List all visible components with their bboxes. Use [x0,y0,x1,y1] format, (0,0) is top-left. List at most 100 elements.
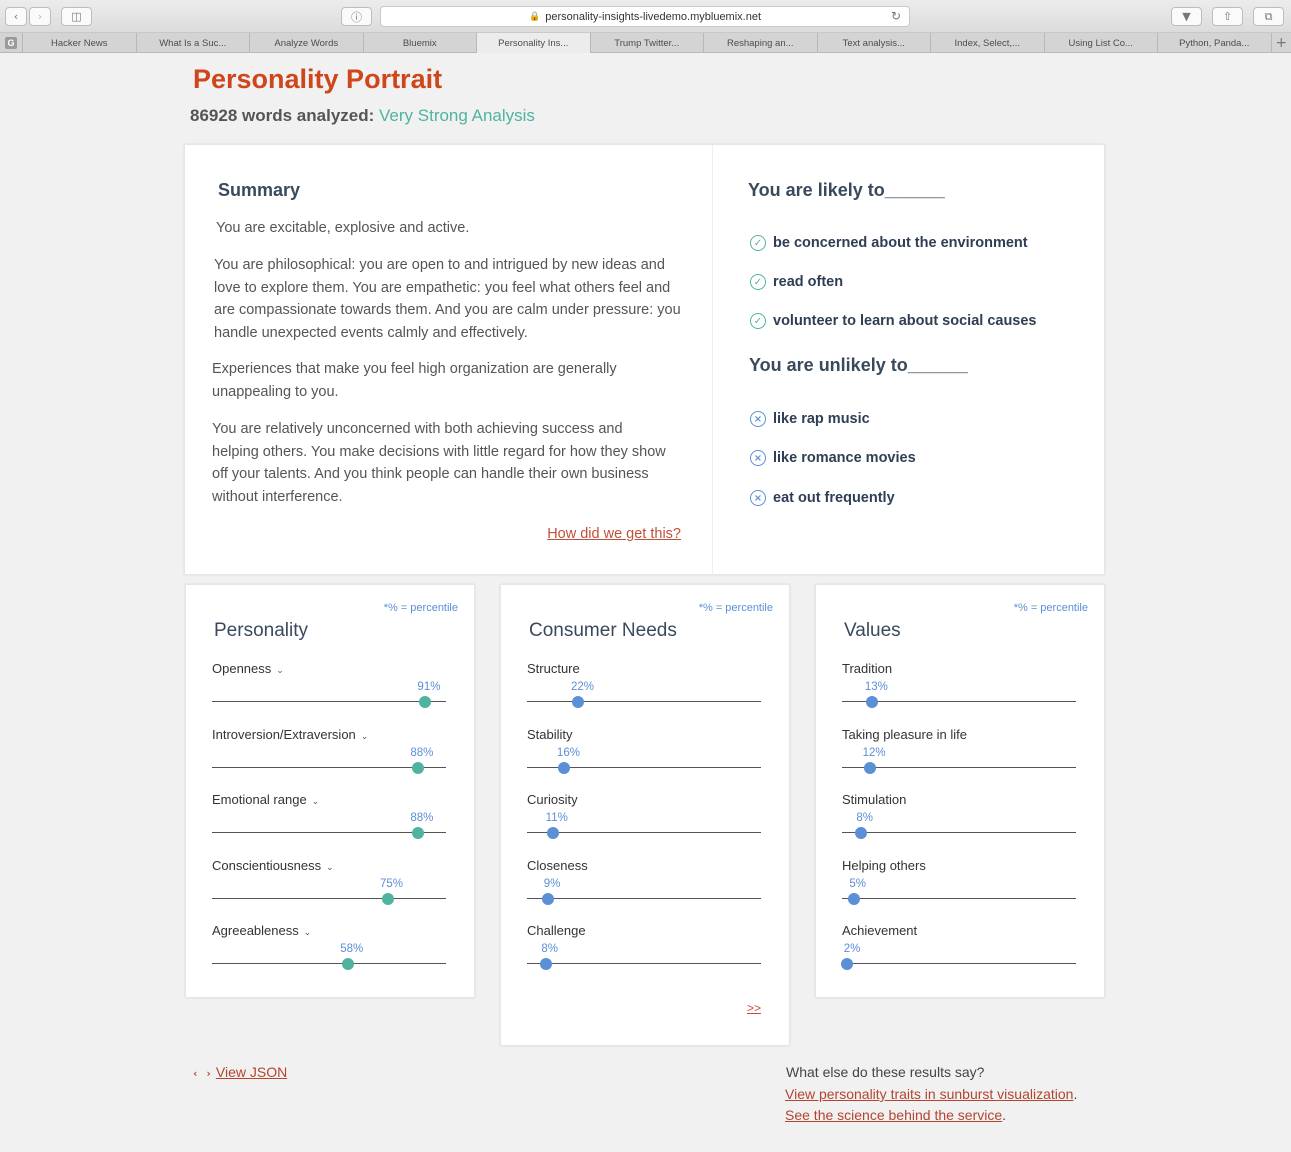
percentile-value: 11% [545,812,568,824]
sunburst-line: View personality traits in sunburst visu… [785,1086,1077,1102]
code-icon: ‹ › [192,1067,212,1080]
trait-label[interactable]: Emotional range ⌄ [212,792,319,807]
trait-name: Challenge [527,923,586,938]
trait-name: Stimulation [842,792,907,807]
values-panel: *% = percentile Values Tradition 13% Takin… [815,584,1105,998]
browser-tab[interactable]: Personality Ins... [476,33,590,53]
percentile-note: *% = percentile [698,602,773,614]
trait-row[interactable]: Conscientiousness ⌄ 75% [212,858,448,920]
trait-label: Structure [527,661,580,676]
trait-row: Curiosity 11% [527,792,763,854]
slider-dot [866,696,879,708]
chevron-down-icon[interactable]: ⌄ [304,928,312,938]
science-link[interactable]: See the science behind the service [785,1107,1002,1123]
reader-button[interactable]: ⓘ [341,7,372,26]
trait-name: Closeness [527,857,588,873]
trait-name: Helping others [842,857,926,873]
address-bar[interactable]: 🔒 personality-insights-livedemo.mybluemi… [380,6,910,27]
trait-name: Conscientiousness [212,857,322,873]
browser-tab[interactable]: Trump Twitter... [589,33,704,53]
trait-label[interactable]: Openness ⌄ [212,661,284,676]
trait-row: Stimulation 8% [842,792,1078,854]
forward-button[interactable]: › [29,7,51,26]
percentile-value: 5% [849,877,866,890]
how-did-we-get-this-link[interactable]: How did we get this? [547,526,681,542]
trait-label: Challenge [527,923,586,938]
slider-dot [847,892,860,905]
summary-paragraph: You are philosophical: you are open to a… [214,257,681,341]
more-needs-link[interactable]: >> [747,1001,761,1015]
browser-tab[interactable]: Reshaping an... [703,33,817,53]
slider-dot [546,827,559,839]
chevron-down-icon[interactable]: ⌄ [312,797,320,807]
trait-row[interactable]: Introversion/Extraversion ⌄ 88% [212,727,448,789]
trait-label[interactable]: Agreeableness ⌄ [212,923,311,938]
chevron-down-icon[interactable]: ⌄ [361,732,369,742]
unlikely-item-label: eat out frequently [773,490,895,506]
browser-tab[interactable]: Index, Select,... [930,33,1044,53]
browser-tab[interactable]: Using List Co... [1043,33,1158,53]
slider-track [842,897,1076,899]
reload-icon[interactable]: ↻ [891,9,901,23]
trait-name: Openness [212,661,272,676]
likely-title: You are likely to______ [748,180,945,200]
words-analyzed: 86928 words analyzed: Very Strong Analys… [190,106,535,126]
likely-item-label: volunteer to learn about social causes [773,313,1037,329]
browser-tab[interactable]: Text analysis... [816,33,931,53]
x-circle-icon: × [750,411,766,427]
unlikely-item: × like rap music [750,409,870,429]
trait-label: Tradition [842,661,892,676]
slider-track [212,832,446,833]
browser-tab[interactable]: What Is a Suc... [135,33,250,53]
likely-item: ✓ be concerned about the environment [750,233,1028,253]
sidebar-button[interactable]: ◫ [61,7,92,26]
downloads-button[interactable]: ▼ [1171,7,1202,26]
favorites-icon[interactable]: G [0,33,22,53]
period: . [1073,1086,1078,1102]
unlikely-item: × like romance movies [750,448,916,468]
trait-name: Structure [527,661,580,676]
browser-tab[interactable]: Analyze Words [249,33,363,53]
slider-track [527,963,761,964]
chevron-down-icon[interactable]: ⌄ [276,666,284,676]
trait-row: Achievement 2% [840,923,1078,985]
back-button[interactable]: ‹ [5,7,27,26]
trait-label: Curiosity [527,792,578,807]
trait-name: Agreeableness [212,923,299,938]
slider-track [212,766,446,768]
trait-label[interactable]: Introversion/Extraversion ⌄ [212,727,368,742]
trait-label: Achievement [842,923,917,938]
trait-name: Taking pleasure in life [842,726,968,742]
slider-track [842,963,1076,964]
trait-row[interactable]: Openness ⌄ 91% [212,661,448,723]
words-label: words analyzed: [242,106,375,125]
check-circle-icon: ✓ [750,235,766,251]
browser-tab[interactable]: Bluemix [362,33,477,53]
slider-track [212,701,446,702]
percentile-value: 91% [417,681,441,693]
new-tab-button[interactable]: + [1270,33,1291,52]
trait-row[interactable]: Emotional range ⌄ 88% [212,792,448,854]
chevron-down-icon[interactable]: ⌄ [326,863,334,873]
tabs-overview-button[interactable]: ⧉ [1253,7,1284,26]
trait-row: Helping others 5% [842,858,1078,920]
percentile-value: 2% [843,943,861,955]
slider-dot [411,761,424,774]
browser-tab[interactable]: Python, Panda... [1157,33,1271,53]
unlikely-item-label: like rap music [773,411,870,427]
check-circle-icon: ✓ [750,274,766,290]
trait-name: Introversion/Extraversion [212,726,356,742]
percentile-value: 9% [543,877,561,890]
browser-tab[interactable]: Hacker News [22,33,136,53]
trait-row[interactable]: Agreeableness ⌄ 58% [212,923,448,985]
more-results-question: What else do these results say? [786,1064,985,1080]
percentile-note: *% = percentile [383,602,458,614]
trait-label[interactable]: Conscientiousness ⌄ [212,858,334,873]
percentile-value: 12% [862,746,886,759]
view-json-link[interactable]: ‹ › View JSON [192,1064,287,1080]
slider-dot [542,892,555,905]
share-button[interactable]: ⇧ [1212,7,1243,26]
percentile-value: 13% [864,681,888,693]
word-count: 86928 [190,106,238,125]
sunburst-link[interactable]: View personality traits in sunburst visu… [785,1086,1073,1102]
